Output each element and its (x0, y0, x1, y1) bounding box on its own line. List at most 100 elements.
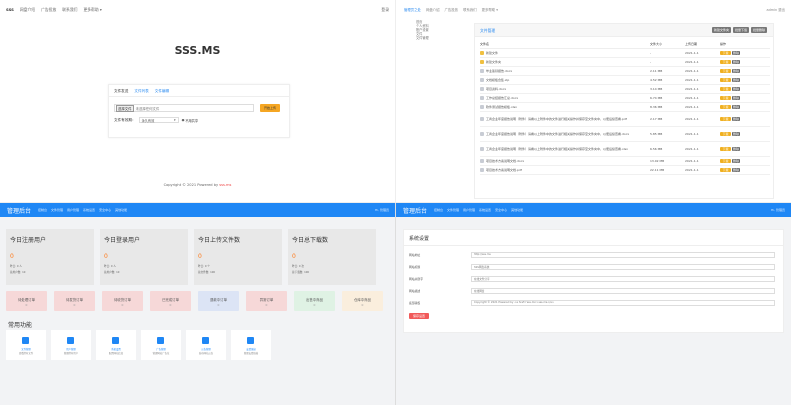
tab-edit[interactable]: 文件编辑 (155, 89, 169, 94)
col-name[interactable]: 文件名 (480, 41, 650, 49)
download-button[interactable]: 下载 (720, 77, 731, 82)
function-tile[interactable]: 友情链接 管理友情链接 (231, 330, 271, 360)
menu-item[interactable]: 系统设置 (479, 208, 491, 212)
file-name[interactable]: 文档模板合集.zip (486, 78, 509, 82)
order-tile[interactable]: 已完成订单 0 (150, 291, 191, 311)
tab-list[interactable]: 文件列表 (134, 89, 148, 94)
order-tile[interactable]: 出售中商品 0 (294, 291, 335, 311)
delete-button[interactable]: 删除 (732, 116, 740, 121)
file-name[interactable]: 工商企业年度报告说明（附件）请看以上附件中的文件进行相关操作并保存至文件夹中，以… (486, 147, 628, 151)
col-date[interactable]: 上传日期 (685, 41, 720, 49)
delete-button[interactable]: 删除 (732, 59, 740, 64)
download-button[interactable]: 下载 (720, 146, 731, 151)
file-name[interactable]: 项目技术方案说明文档.pdf (486, 168, 522, 172)
function-tile[interactable]: 文件管理 查看所有文件 (6, 330, 46, 360)
table-row[interactable]: 文档模板合集.zip 4.52 MB 2021-1-1 下载 删除 (480, 75, 770, 85)
nav-brand[interactable]: SSS (6, 7, 14, 13)
nav-admin[interactable]: 管理员之处 (404, 7, 421, 12)
order-tile[interactable]: 退款中订单 0 (198, 291, 239, 311)
nav-intro[interactable]: 网盘介绍 (20, 7, 35, 13)
delete-button[interactable]: 删除 (732, 131, 740, 136)
file-name[interactable]: 新建文件夹 (486, 60, 501, 64)
function-tile[interactable]: 系统设置 配置网站信息 (96, 330, 136, 360)
order-tile[interactable]: 待收货订单 0 (102, 291, 143, 311)
nav-ads[interactable]: 广告投放 (445, 7, 459, 12)
delete-button[interactable]: 删除 (732, 86, 740, 91)
expire-select[interactable]: 永久有效 ▾ (138, 117, 179, 123)
download-button[interactable]: 下载 (720, 68, 731, 73)
table-row[interactable]: 软件测试报告模板.xlsx 8.36 MB 2021-1-1 下载 删除 (480, 102, 770, 112)
save-button[interactable]: 保存设置 (409, 313, 429, 319)
nav-more[interactable]: 更多帮助 ▾ (482, 7, 498, 12)
download-button[interactable]: 下载 (720, 104, 731, 109)
file-name[interactable]: 工商企业年度报告说明（附件）请看以上附件中的文件进行相关操作并保存至文件夹中，以… (486, 117, 627, 121)
menu-item[interactable]: 其他功能 (511, 208, 523, 212)
download-button[interactable]: 下载 (720, 50, 731, 55)
menu-item[interactable]: 系统设置 (83, 208, 95, 212)
nav-ads[interactable]: 广告投放 (41, 7, 56, 13)
file-name[interactable]: 毕业答辩报告.docx (486, 69, 512, 73)
table-row[interactable]: 项目资料.docx 3.14 MB 2021-1-1 下载 删除 (480, 84, 770, 94)
keywords-input[interactable]: 在线文件分享 (471, 275, 775, 282)
batch-delete-button[interactable]: 批量删除 (750, 27, 767, 33)
delete-button[interactable]: 删除 (732, 95, 740, 100)
file-input[interactable]: 选择文件 未选择任何文件 (114, 104, 254, 112)
nav-intro[interactable]: 网盘介绍 (426, 7, 440, 12)
order-tile[interactable]: 异常订单 0 (246, 291, 287, 311)
menu-item[interactable]: 文件管理 (447, 208, 459, 212)
copyright-link[interactable]: sss.ms (219, 183, 231, 187)
table-row[interactable]: 新建文件夹 -2021-1-1 下载 删除 (480, 57, 770, 67)
choose-file-button[interactable]: 选择文件 (116, 104, 134, 112)
menu-item[interactable]: 用户管理 (463, 208, 475, 212)
menu-item[interactable]: 用户管理 (67, 208, 79, 212)
download-button[interactable]: 下载 (720, 59, 731, 64)
table-row[interactable]: 项目技术方案说明文档.pdf 22.11 MB 2021-1-1 下载 删除 (480, 165, 770, 175)
delete-button[interactable]: 删除 (732, 167, 740, 172)
table-row[interactable]: 工商企业年度报告说明（附件）请看以上附件中的文件进行相关操作并保存至文件夹中，以… (480, 111, 770, 127)
menu-item[interactable]: 文件管理 (51, 208, 63, 212)
batch-download-button[interactable]: 批量下载 (732, 27, 749, 33)
site-url-input[interactable]: http://sss.ms (471, 251, 775, 258)
admin-brand[interactable]: 管理后台 (7, 206, 31, 215)
file-name[interactable]: 工作总结报告汇总.docx (486, 96, 518, 100)
download-button[interactable]: 下载 (720, 116, 731, 121)
menu-item[interactable]: 安全中心 (99, 208, 111, 212)
delete-button[interactable]: 删除 (732, 68, 740, 73)
sidebar-item[interactable]: 文件管理 (416, 36, 429, 40)
delete-button[interactable]: 删除 (732, 146, 740, 151)
table-row[interactable]: 工作总结报告汇总.docx 6.74 MB 2021-1-1 下载 删除 (480, 93, 770, 103)
login-link[interactable]: 登录 (381, 7, 389, 13)
download-button[interactable]: 下载 (720, 95, 731, 100)
table-row[interactable]: 工商企业年度报告说明（附件）请看以上附件中的文件进行相关操作并保存至文件夹中，以… (480, 141, 770, 157)
menu-item[interactable]: 控制台 (38, 208, 47, 212)
menu-item[interactable]: 其他功能 (115, 208, 127, 212)
share-checkbox[interactable]: ◉ 不用共享 (182, 118, 199, 123)
col-size[interactable]: 文件大小 (650, 41, 685, 49)
menu-item[interactable]: 安全中心 (495, 208, 507, 212)
delete-button[interactable]: 删除 (732, 158, 740, 163)
nav-contact[interactable]: 联系我们 (463, 7, 477, 12)
file-name[interactable]: 项目资料.docx (486, 87, 506, 91)
order-tile[interactable]: 仓库中商品 0 (342, 291, 383, 311)
download-button[interactable]: 下载 (720, 131, 731, 136)
order-tile[interactable]: 待发货订单 0 (54, 291, 95, 311)
order-tile[interactable]: 待处理订单 0 (6, 291, 47, 311)
admin-user[interactable]: Hi, 管理员 (771, 208, 785, 212)
nav-more[interactable]: 更多帮助 ▾ (83, 7, 101, 13)
file-name[interactable]: 项目技术方案说明文档.docx (486, 159, 524, 163)
description-input[interactable]: 在线网盘 (471, 287, 775, 294)
table-row[interactable]: 工商企业年度报告说明（附件）请看以上附件中的文件进行相关操作并保存至文件夹中，以… (480, 126, 770, 142)
menu-item[interactable]: 控制台 (434, 208, 443, 212)
table-row[interactable]: 毕业答辩报告.docx 2.11 MB 2021-1-1 下载 删除 (480, 66, 770, 76)
admin-user[interactable]: Hi, 管理员 (375, 208, 389, 212)
file-name[interactable]: 新建文件 (486, 51, 498, 55)
site-title-input[interactable]: SSS网盘系统 (471, 263, 775, 270)
table-row[interactable]: 项目技术方案说明文档.docx 13.02 MB 2021-1-1 下载 删除 (480, 156, 770, 166)
delete-button[interactable]: 删除 (732, 104, 740, 109)
copyright-input[interactable]: Copyright © 2021 Powered by <a href='sss… (471, 299, 775, 306)
download-button[interactable]: 下载 (720, 86, 731, 91)
delete-button[interactable]: 删除 (732, 50, 740, 55)
admin-brand[interactable]: 管理后台 (403, 206, 427, 215)
table-row[interactable]: 新建文件 -2021-1-1 下载 删除 (480, 48, 770, 58)
function-tile[interactable]: 用户管理 管理所有用户 (51, 330, 91, 360)
